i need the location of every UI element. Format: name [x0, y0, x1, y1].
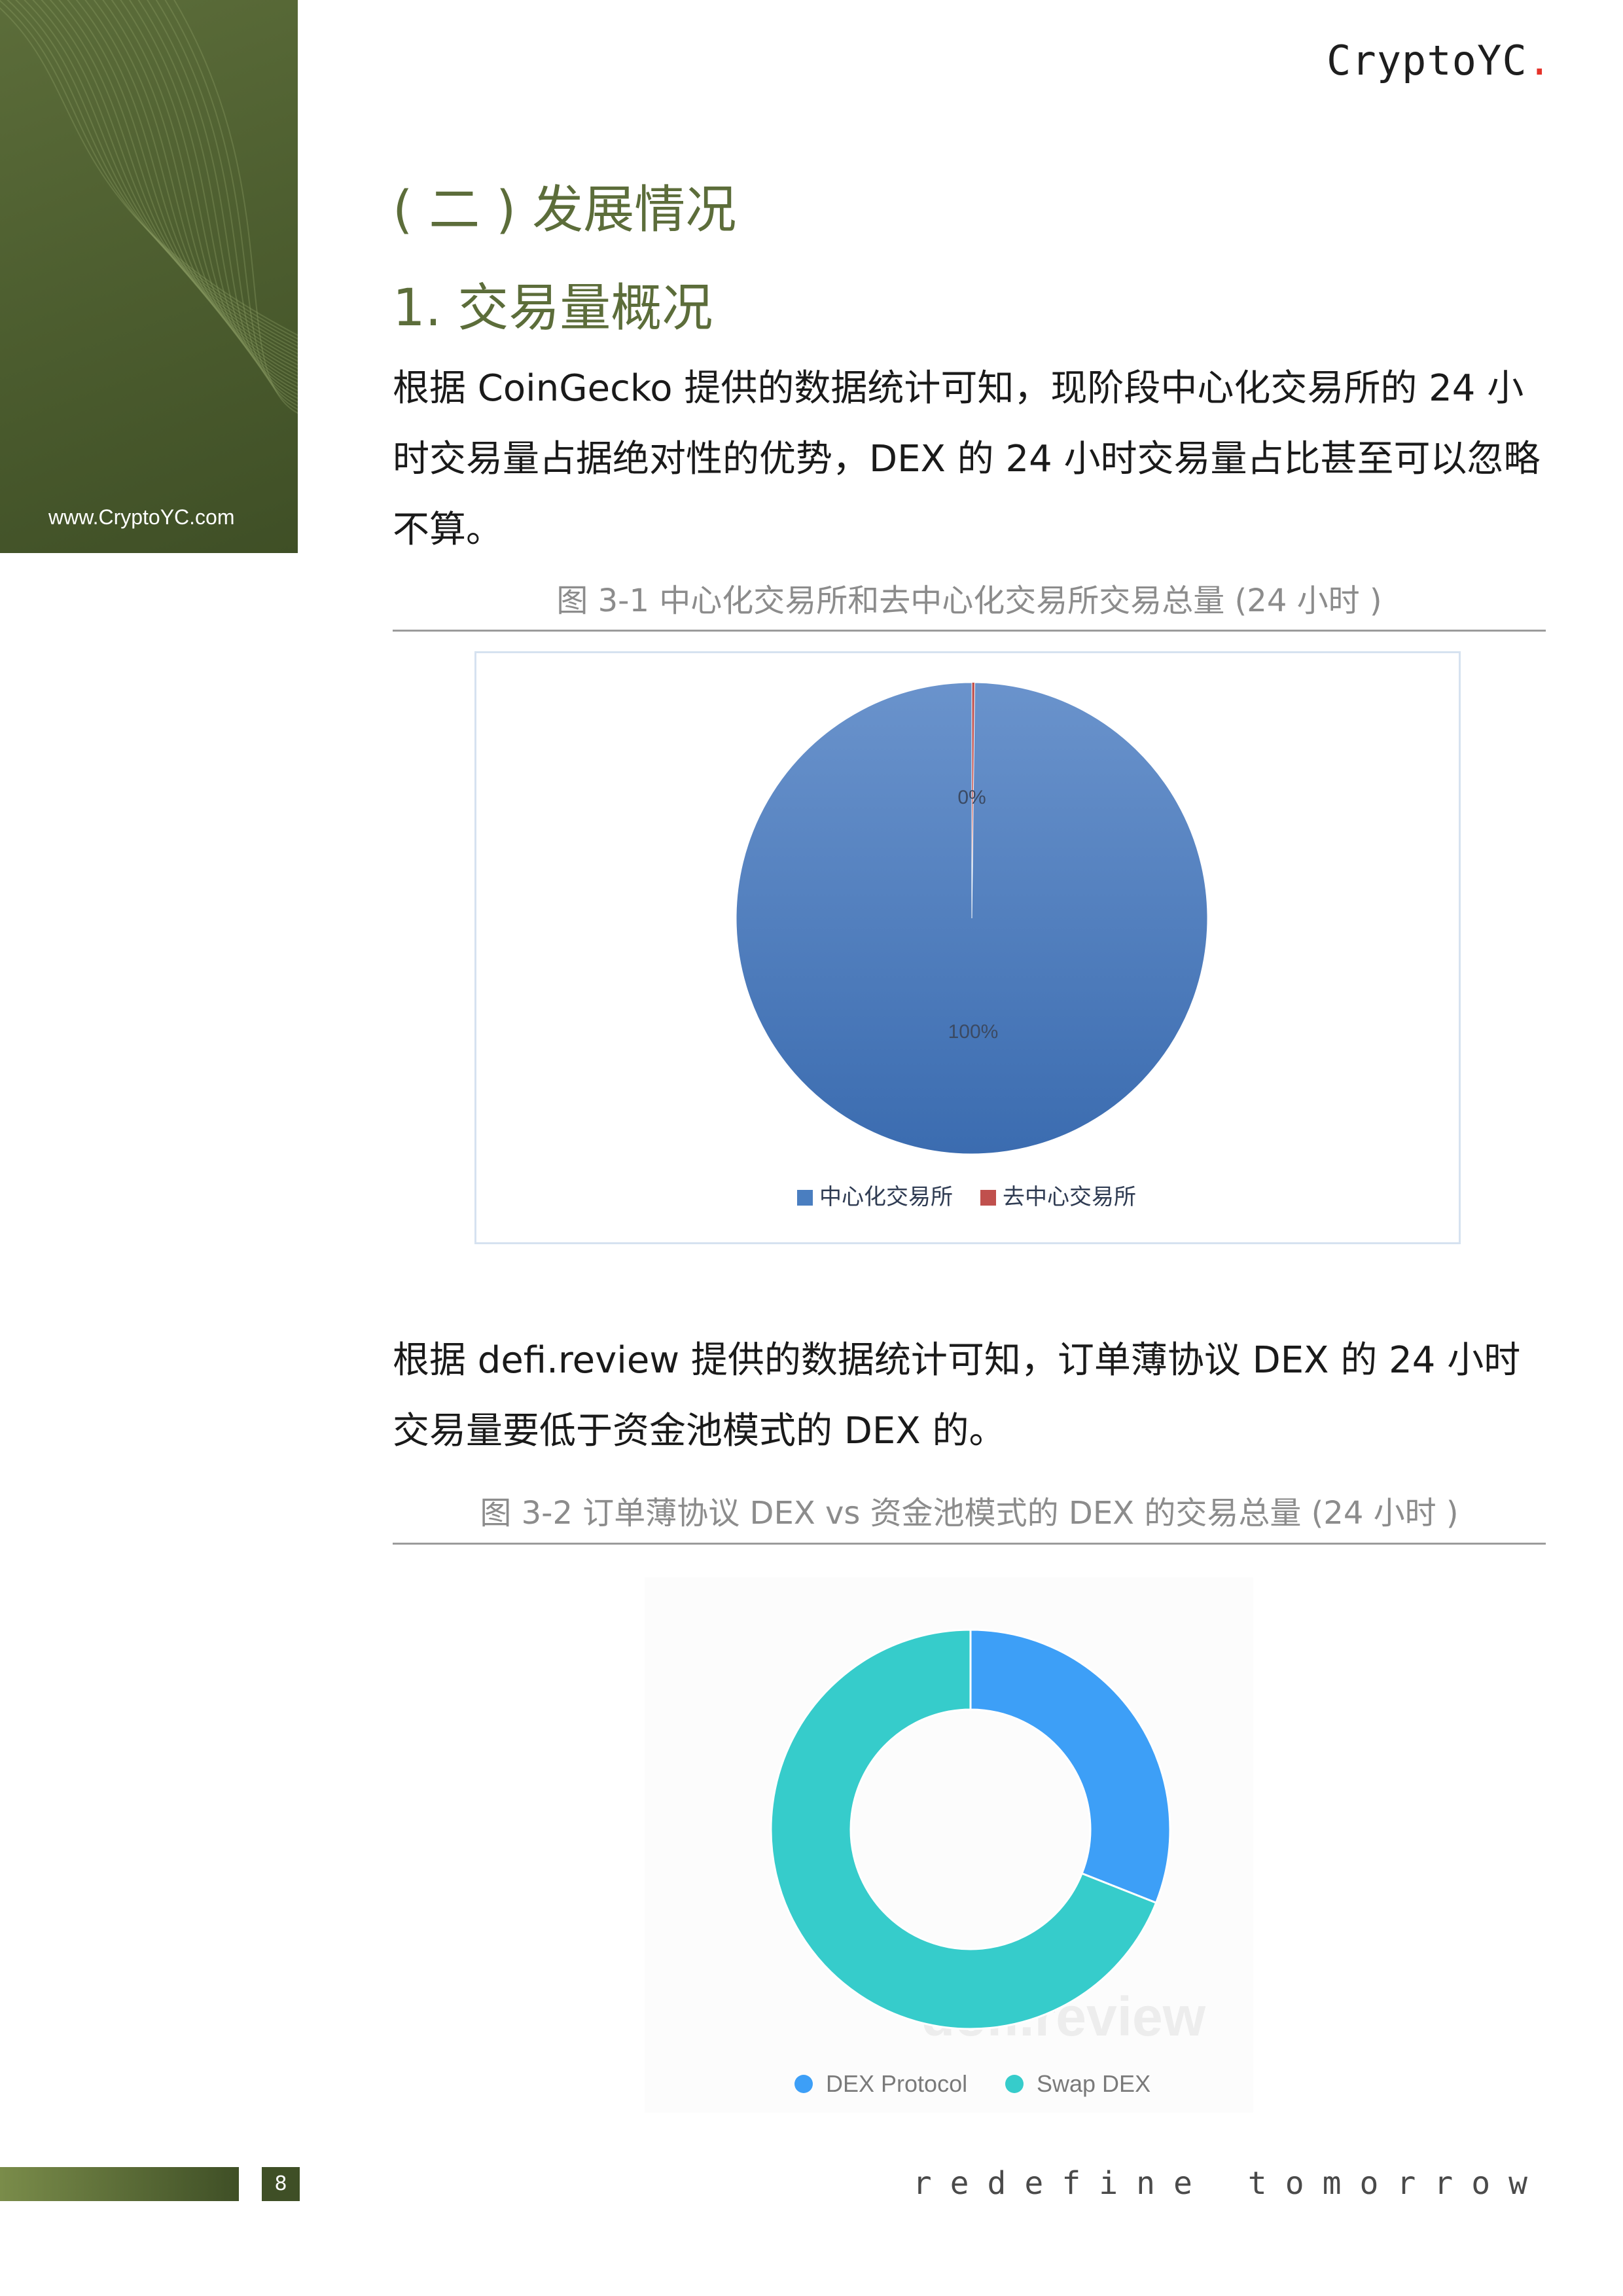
paragraph-1: 根据 CoinGecko 提供的数据统计可知，现阶段中心化交易所的 24 小时交…	[393, 367, 1541, 551]
sidebar-panel: www.CryptoYC.com	[0, 0, 298, 553]
legend-label: 中心化交易所	[819, 1184, 953, 1210]
footer-tagline: redefine tomorrow	[912, 2165, 1546, 2202]
legend-swatch	[797, 1190, 813, 1206]
figure-caption-1: 图 3-1 中心化交易所和去中心化交易所交易总量 (24 小时 )	[556, 583, 1382, 619]
wave-line	[111, 0, 298, 388]
chart-1-frame: 100% 0% 中心化交易所 去中心交易所	[474, 651, 1461, 1244]
legend-swatch	[794, 2075, 813, 2093]
wave-line	[67, 0, 298, 369]
brand-name: CryptoYC	[1327, 37, 1527, 84]
legend-label: DEX Protocol	[826, 2070, 967, 2097]
legend-label: 去中心交易所	[1003, 1184, 1136, 1210]
paragraph-2: 根据 defi.review 提供的数据统计可知，订单薄协议 DEX 的 24 …	[393, 1339, 1521, 1452]
pie-data-label: 100%	[948, 1021, 999, 1043]
pie-data-label: 0%	[957, 787, 986, 808]
wave-line	[75, 0, 298, 373]
legend-swatch	[980, 1190, 996, 1206]
legend-label: Swap DEX	[1037, 2070, 1150, 2097]
sub-heading: 1. 交易量概况	[393, 279, 713, 338]
wave-line	[0, 7, 298, 336]
caption-divider-1	[393, 630, 1546, 632]
footer-bar	[0, 2167, 239, 2201]
brand-logo: CryptoYC.	[1327, 37, 1552, 84]
legend-swatch	[1005, 2075, 1024, 2093]
wave-line	[41, 0, 298, 358]
decorative-wave-lines	[0, 0, 298, 414]
brand-dot: .	[1527, 37, 1552, 84]
wave-line	[49, 0, 298, 362]
figure-caption-2: 图 3-2 订单薄协议 DEX vs 资金池模式的 DEX 的交易总量 (24 …	[480, 1495, 1459, 1532]
page-number: 8	[262, 2167, 300, 2201]
wave-line	[24, 0, 298, 351]
wave-line	[146, 0, 298, 403]
section-heading: ( 二 ) 发展情况	[393, 181, 737, 240]
site-url[interactable]: www.CryptoYC.com	[48, 505, 235, 529]
caption-divider-2	[393, 1543, 1546, 1545]
chart-2-donut: defi.review DEX Protocol Swap DEX	[770, 1628, 1206, 2097]
pie-slice	[736, 682, 1208, 1155]
donut-segment	[969, 1628, 1171, 1905]
chart-2-frame: defi.review DEX Protocol Swap DEX	[645, 1577, 1253, 2113]
wave-line	[93, 0, 298, 380]
chart-1-pie: 100% 0% 中心化交易所 去中心交易所	[736, 682, 1208, 1210]
